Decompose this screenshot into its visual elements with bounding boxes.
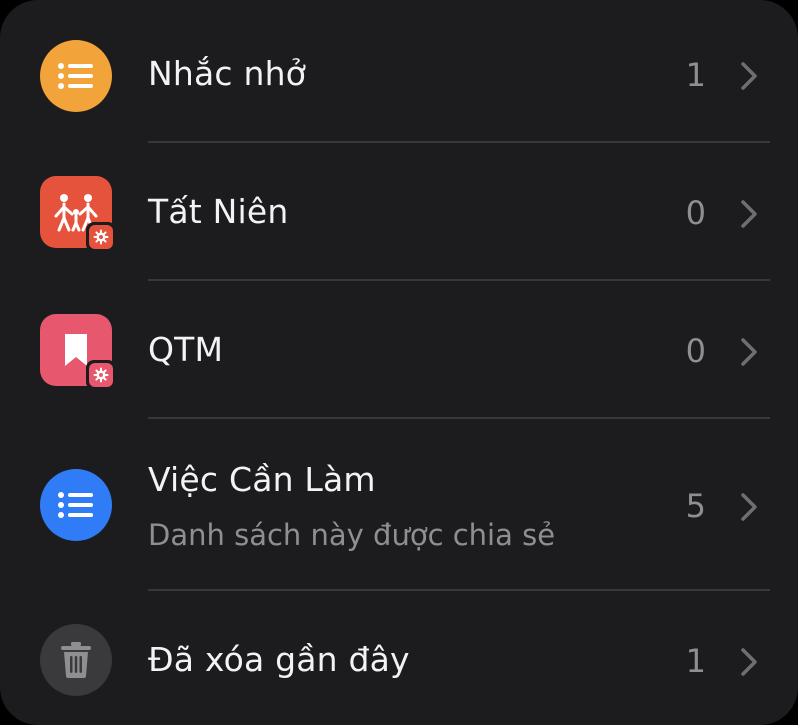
gear-badge: [86, 360, 116, 390]
list-count: 1: [685, 642, 706, 680]
list-title: Tất Niên: [148, 192, 289, 231]
list-row-nhac-nho[interactable]: Nhắc nhở 1: [0, 8, 798, 142]
gear-badge: [86, 222, 116, 252]
chevron-right-icon: [741, 200, 757, 228]
chevron-right-icon: [741, 648, 757, 676]
reminder-lists-panel: Nhắc nhở 1 Tất Niên 0 QTM 0 Việc Cần Làm…: [0, 0, 798, 725]
list-title: Việc Cần Làm: [148, 460, 376, 499]
list-count: 1: [685, 56, 706, 94]
list-title: QTM: [148, 330, 224, 369]
list-icon-container: [40, 624, 112, 696]
list-count: 0: [685, 332, 706, 370]
trash-icon: [40, 624, 112, 696]
chevron-right-icon: [741, 338, 757, 366]
gear-icon: [89, 225, 113, 249]
chevron-right-icon: [741, 493, 757, 521]
list-icon-container: [40, 314, 116, 390]
list-bullet-icon: [40, 469, 112, 541]
chevron-right-icon: [741, 62, 757, 90]
list-icon-container: [40, 40, 112, 112]
gear-icon: [89, 363, 113, 387]
list-shared-subtitle: Danh sách này được chia sẻ: [148, 518, 556, 552]
list-icon-container: [40, 469, 112, 541]
list-row-qtm[interactable]: QTM 0: [0, 280, 798, 418]
list-title: Đã xóa gần đây: [148, 640, 410, 679]
list-title: Nhắc nhở: [148, 54, 307, 93]
list-count: 0: [685, 194, 706, 232]
list-bullet-icon: [40, 40, 112, 112]
list-row-viec-can-lam[interactable]: Việc Cần Làm Danh sách này được chia sẻ …: [0, 418, 798, 590]
list-count: 5: [685, 487, 706, 525]
list-icon-container: [40, 176, 116, 252]
list-row-tat-nien[interactable]: Tất Niên 0: [0, 142, 798, 280]
list-row-recently-deleted[interactable]: Đã xóa gần đây 1: [0, 590, 798, 725]
